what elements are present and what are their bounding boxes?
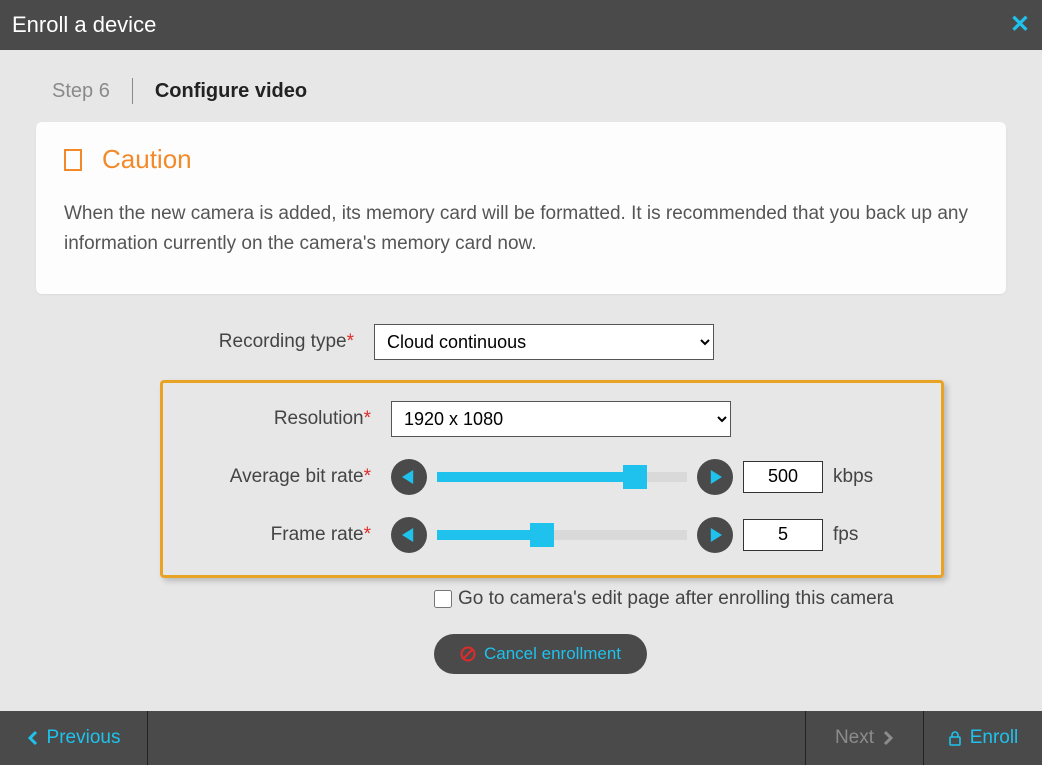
framerate-slider-thumb[interactable] bbox=[530, 523, 554, 547]
triangle-left-icon bbox=[402, 470, 416, 484]
bitrate-unit: kbps bbox=[833, 466, 873, 488]
goto-edit-label: Go to camera's edit page after enrolling… bbox=[458, 588, 894, 610]
lock-icon bbox=[948, 730, 962, 746]
highlight-box: Resolution* 1920 x 1080 Average bit rate… bbox=[160, 380, 944, 578]
goto-edit-row: Go to camera's edit page after enrolling… bbox=[60, 588, 982, 610]
footer-bar: Previous Next Enroll bbox=[0, 711, 1042, 765]
previous-button[interactable]: Previous bbox=[0, 711, 148, 765]
cancel-enrollment-button[interactable]: Cancel enrollment bbox=[434, 634, 647, 674]
framerate-row: Frame rate* fps bbox=[177, 517, 927, 553]
resolution-select[interactable]: 1920 x 1080 bbox=[391, 401, 731, 437]
form-area: Recording type* Cloud continuous Resolut… bbox=[0, 324, 1042, 674]
bitrate-row: Average bit rate* kbps bbox=[177, 459, 927, 495]
close-icon[interactable]: ✕ bbox=[1010, 10, 1030, 39]
framerate-decrease-button[interactable] bbox=[391, 517, 427, 553]
enroll-button[interactable]: Enroll bbox=[924, 711, 1042, 765]
goto-edit-checkbox[interactable] bbox=[434, 590, 452, 608]
recording-type-select[interactable]: Cloud continuous bbox=[374, 324, 714, 360]
bitrate-decrease-button[interactable] bbox=[391, 459, 427, 495]
recording-type-row: Recording type* Cloud continuous bbox=[60, 324, 982, 360]
framerate-increase-button[interactable] bbox=[697, 517, 733, 553]
caution-panel: Caution When the new camera is added, it… bbox=[36, 122, 1006, 294]
triangle-right-icon bbox=[708, 528, 722, 542]
bitrate-input[interactable] bbox=[743, 461, 823, 493]
next-button[interactable]: Next bbox=[806, 711, 924, 765]
recording-type-label: Recording type* bbox=[60, 331, 360, 353]
footer-spacer bbox=[148, 711, 806, 765]
chevron-left-icon bbox=[27, 730, 39, 746]
framerate-input[interactable] bbox=[743, 519, 823, 551]
chevron-right-icon bbox=[882, 730, 894, 746]
step-divider bbox=[132, 78, 133, 104]
resolution-label: Resolution* bbox=[177, 408, 377, 430]
framerate-unit: fps bbox=[833, 524, 858, 546]
step-header: Step 6 Configure video bbox=[0, 78, 1042, 122]
resolution-row: Resolution* 1920 x 1080 bbox=[177, 401, 927, 437]
modal-content: Step 6 Configure video Caution When the … bbox=[0, 50, 1042, 674]
framerate-slider[interactable] bbox=[437, 530, 687, 540]
cancel-icon bbox=[460, 646, 476, 662]
bitrate-slider-thumb[interactable] bbox=[623, 465, 647, 489]
step-label: Step 6 bbox=[52, 80, 110, 103]
bitrate-increase-button[interactable] bbox=[697, 459, 733, 495]
triangle-left-icon bbox=[402, 528, 416, 542]
bitrate-label: Average bit rate* bbox=[177, 466, 377, 488]
caution-icon bbox=[64, 149, 82, 171]
step-title: Configure video bbox=[155, 80, 307, 103]
modal-header: Enroll a device ✕ bbox=[0, 0, 1042, 50]
caution-title: Caution bbox=[102, 144, 192, 175]
modal-title: Enroll a device bbox=[12, 12, 156, 38]
framerate-label: Frame rate* bbox=[177, 524, 377, 546]
bitrate-slider[interactable] bbox=[437, 472, 687, 482]
triangle-right-icon bbox=[708, 470, 722, 484]
caution-text: When the new camera is added, its memory… bbox=[64, 199, 978, 260]
